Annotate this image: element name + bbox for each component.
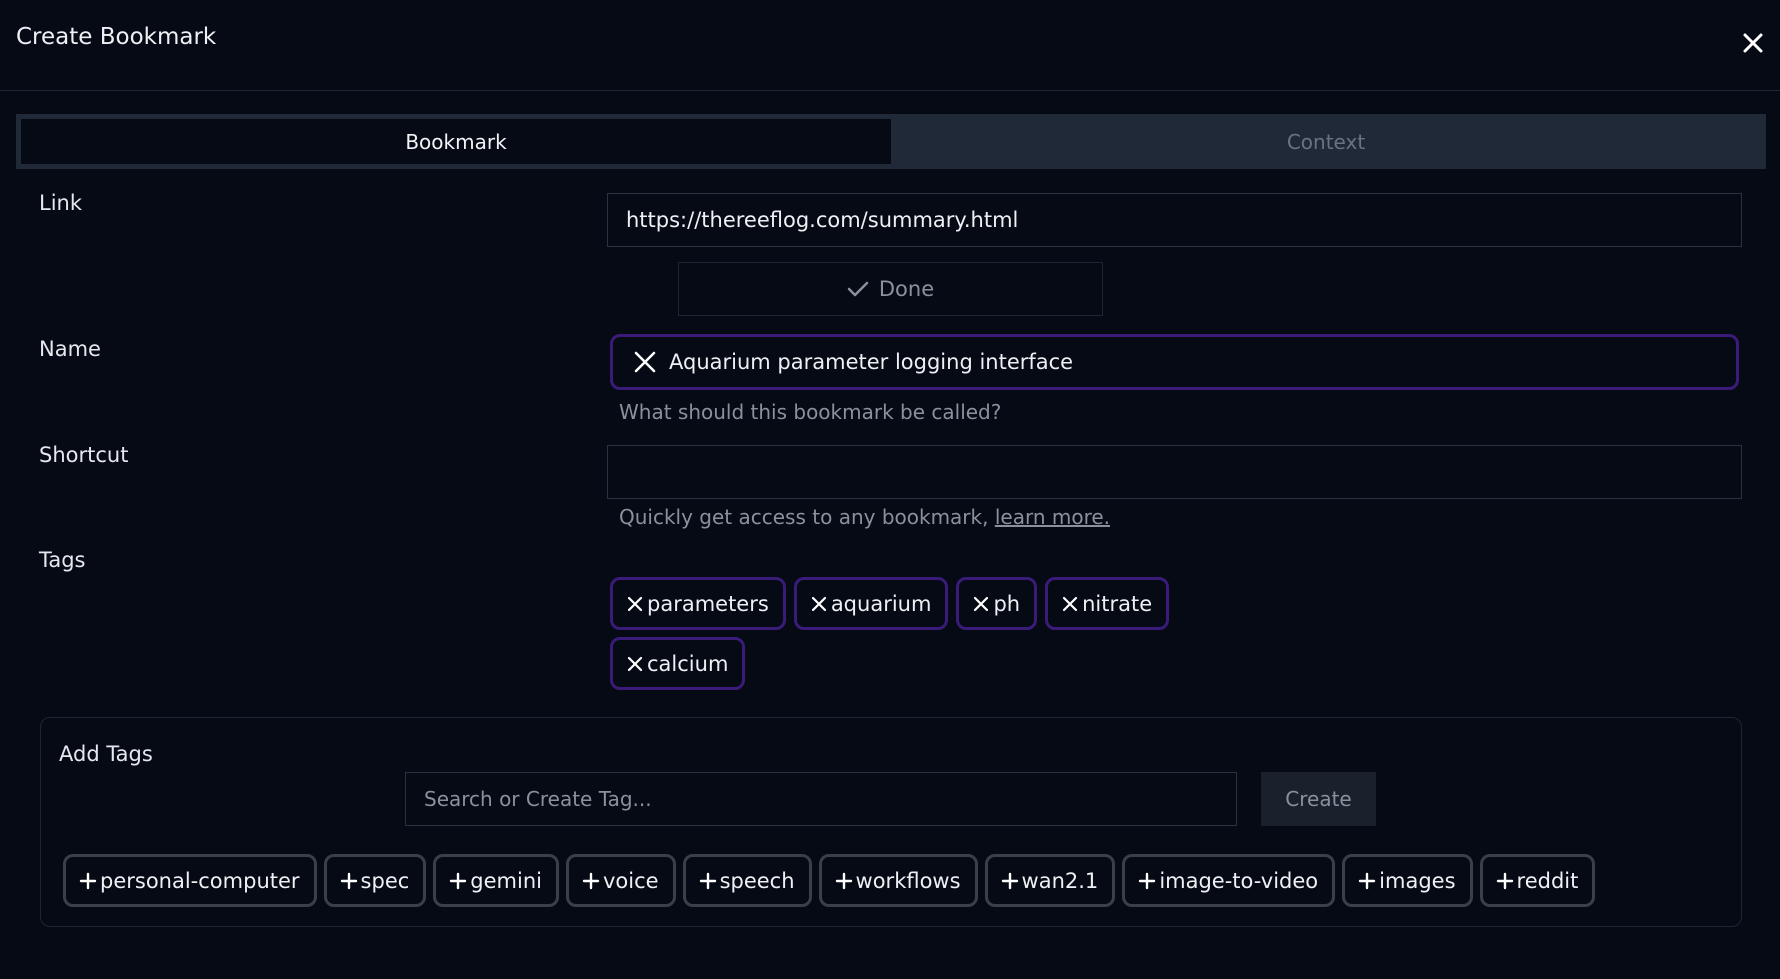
suggested-tag-label: workflows — [855, 868, 961, 893]
plus-icon — [450, 872, 467, 889]
done-button[interactable]: Done — [678, 262, 1103, 316]
shortcut-hint-text: Quickly get access to any bookmark, — [619, 505, 995, 529]
name-input-value: Aquarium parameter logging interface — [669, 350, 1074, 374]
add-tags-panel: Add Tags Create personal-computer spec g… — [40, 717, 1742, 927]
check-icon — [847, 281, 869, 297]
plus-icon — [1496, 872, 1513, 889]
suggested-tag[interactable]: spec — [323, 854, 427, 907]
shortcut-input[interactable] — [607, 445, 1742, 499]
tag-label: parameters — [647, 591, 769, 616]
dialog-header: Create Bookmark — [0, 0, 1780, 91]
suggested-tag[interactable]: personal-computer — [63, 854, 317, 907]
link-input[interactable]: https://thereeflog.com/summary.html — [607, 193, 1742, 247]
remove-icon — [627, 656, 643, 671]
tag-ph[interactable]: ph — [956, 577, 1038, 630]
suggested-tag-label: gemini — [470, 868, 542, 893]
tab-bookmark[interactable]: Bookmark — [21, 119, 891, 164]
plus-icon — [1139, 872, 1156, 889]
remove-icon — [1062, 596, 1078, 611]
close-icon — [634, 351, 656, 373]
suggested-tag-label: images — [1379, 868, 1456, 893]
tag-label: nitrate — [1082, 591, 1153, 616]
name-input[interactable]: Aquarium parameter logging interface — [610, 334, 1739, 390]
tag-parameters[interactable]: parameters — [610, 577, 786, 630]
tab-bar: Bookmark Context — [16, 114, 1766, 169]
suggested-tag-label: speech — [719, 868, 795, 893]
suggested-tag[interactable]: speech — [682, 854, 812, 907]
suggested-tag-label: image-to-video — [1159, 868, 1319, 893]
create-tag-button[interactable]: Create — [1261, 772, 1376, 826]
suggested-tag-label: reddit — [1516, 868, 1579, 893]
tag-aquarium[interactable]: aquarium — [793, 577, 949, 630]
remove-icon — [974, 596, 989, 611]
done-button-label: Done — [878, 277, 935, 301]
tags-label: Tags — [39, 548, 86, 572]
dialog-title: Create Bookmark — [16, 24, 217, 50]
plus-icon — [79, 872, 97, 889]
tag-nitrate[interactable]: nitrate — [1045, 577, 1170, 630]
close-button[interactable] — [1738, 28, 1768, 58]
remove-icon — [627, 596, 643, 611]
plus-icon — [1358, 872, 1376, 889]
suggested-tag[interactable]: workflows — [818, 854, 978, 907]
tag-label: ph — [993, 591, 1021, 616]
shortcut-label: Shortcut — [39, 443, 129, 467]
plus-icon — [699, 872, 716, 889]
plus-icon — [1001, 872, 1018, 889]
shortcut-hint: Quickly get access to any bookmark, lear… — [619, 505, 1110, 529]
tab-context[interactable]: Context — [891, 119, 1761, 164]
suggested-tag[interactable]: wan2.1 — [984, 854, 1116, 907]
suggested-tag[interactable]: images — [1342, 854, 1473, 907]
tag-calcium[interactable]: calcium — [610, 637, 746, 690]
plus-icon — [340, 872, 357, 889]
clear-name-button[interactable] — [633, 350, 657, 374]
remove-icon — [811, 596, 826, 611]
selected-tags: parameters aquarium ph nitrate calcium — [610, 577, 1310, 697]
tag-label: aquarium — [830, 591, 932, 616]
plus-icon — [582, 872, 600, 889]
tag-label: calcium — [647, 651, 729, 676]
suggested-tag-label: wan2.1 — [1021, 868, 1099, 893]
suggested-tag[interactable]: reddit — [1479, 854, 1596, 907]
suggested-tag-label: spec — [360, 868, 410, 893]
name-hint: What should this bookmark be called? — [619, 400, 1002, 424]
suggested-tag[interactable]: image-to-video — [1122, 854, 1336, 907]
plus-icon — [835, 872, 852, 889]
suggested-tags: personal-computer spec gemini voice spee… — [63, 854, 1596, 907]
suggested-tag-label: voice — [602, 868, 659, 893]
suggested-tag[interactable]: gemini — [433, 854, 559, 907]
add-tags-title: Add Tags — [59, 742, 153, 766]
name-label: Name — [39, 337, 101, 361]
suggested-tag[interactable]: voice — [565, 854, 676, 907]
learn-more-link[interactable]: learn more. — [995, 505, 1110, 529]
link-label: Link — [39, 191, 83, 215]
tag-search-input[interactable] — [405, 772, 1237, 826]
suggested-tag-label: personal-computer — [100, 868, 300, 893]
close-icon — [1743, 33, 1763, 53]
